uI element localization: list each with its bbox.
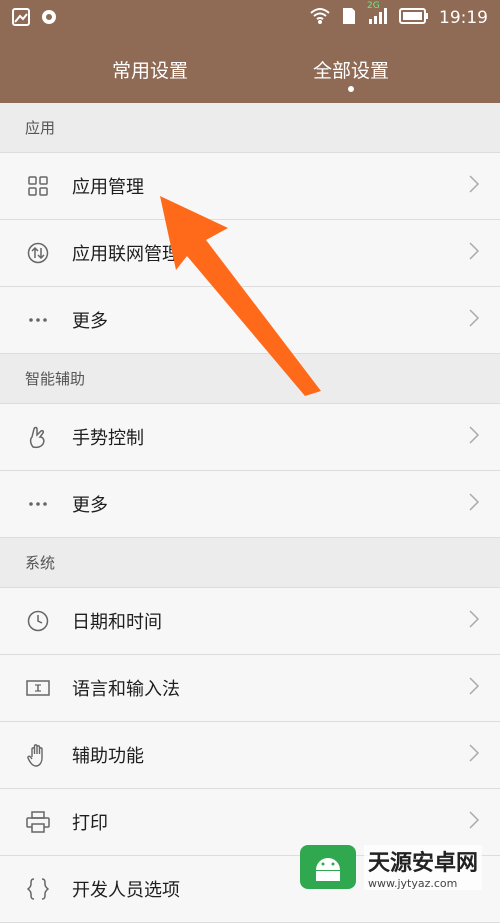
item-label: 日期和时间 (72, 612, 162, 633)
wifi-icon (309, 7, 331, 29)
hand-icon (26, 743, 50, 767)
settings-list: 应用 应用管理 应用联网管理 更多 智能辅助 手势控制 更多 系统 日期和时间 … (0, 103, 500, 923)
battery-icon (399, 8, 429, 28)
item-label: 开发人员选项 (72, 880, 180, 901)
printer-icon (26, 810, 50, 834)
sim-card-icon (341, 7, 357, 29)
settings-tabs: 常用设置 全部设置 (0, 44, 500, 100)
status-time: 19:19 (439, 8, 488, 28)
list-item-app-network-management[interactable]: 应用联网管理 (0, 220, 500, 287)
list-item-app-management[interactable]: 应用管理 (0, 153, 500, 220)
grid-icon (26, 174, 50, 198)
network-arrows-icon (26, 241, 50, 265)
chevron-right-icon (468, 810, 480, 834)
list-item-assist-more[interactable]: 更多 (0, 471, 500, 538)
tab-common-settings[interactable]: 常用设置 (112, 56, 188, 83)
list-item-apps-more[interactable]: 更多 (0, 287, 500, 354)
active-tab-indicator (348, 86, 354, 92)
item-label: 语言和输入法 (72, 679, 180, 700)
list-item-accessibility[interactable]: 辅助功能 (0, 722, 500, 789)
section-header-apps: 应用 (0, 103, 500, 153)
chevron-right-icon (468, 743, 480, 767)
watermark-url: www.jytyaz.com (364, 876, 483, 890)
more-dots-icon (26, 492, 50, 516)
item-label: 应用联网管理 (72, 244, 180, 265)
message-notification-icon (40, 8, 58, 30)
status-bar: 2G 19:19 (0, 0, 500, 36)
chevron-right-icon (468, 425, 480, 449)
clock-icon (26, 609, 50, 633)
chevron-right-icon (468, 174, 480, 198)
chevron-right-icon (468, 609, 480, 633)
item-label: 更多 (72, 495, 108, 516)
chevron-right-icon (468, 241, 480, 265)
item-label: 更多 (72, 311, 108, 332)
section-header-system: 系统 (0, 538, 500, 588)
list-item-date-time[interactable]: 日期和时间 (0, 588, 500, 655)
tab-all-settings[interactable]: 全部设置 (313, 56, 389, 83)
watermark-title: 天源安卓网 (364, 844, 483, 877)
settings-header: 2G 19:19 常用设置 全部设置 (0, 0, 500, 103)
item-label: 打印 (72, 813, 108, 834)
item-label: 应用管理 (72, 177, 144, 198)
list-item-gesture-control[interactable]: 手势控制 (0, 404, 500, 471)
gesture-hand-icon (26, 425, 50, 449)
chevron-right-icon (468, 308, 480, 332)
chevron-right-icon (468, 492, 480, 516)
list-item-language-input[interactable]: 语言和输入法 (0, 655, 500, 722)
watermark: 天源安卓网 www.jytyaz.com (300, 844, 500, 890)
item-label: 辅助功能 (72, 746, 144, 767)
keyboard-input-icon (26, 676, 50, 700)
gallery-notification-icon (12, 8, 30, 30)
signal-icon: 2G (367, 1, 389, 29)
section-header-smart-assist: 智能辅助 (0, 354, 500, 404)
android-logo-icon (300, 845, 356, 889)
braces-icon (26, 877, 50, 901)
more-dots-icon (26, 308, 50, 332)
network-type-label: 2G (367, 1, 380, 11)
chevron-right-icon (468, 676, 480, 700)
item-label: 手势控制 (72, 428, 144, 449)
